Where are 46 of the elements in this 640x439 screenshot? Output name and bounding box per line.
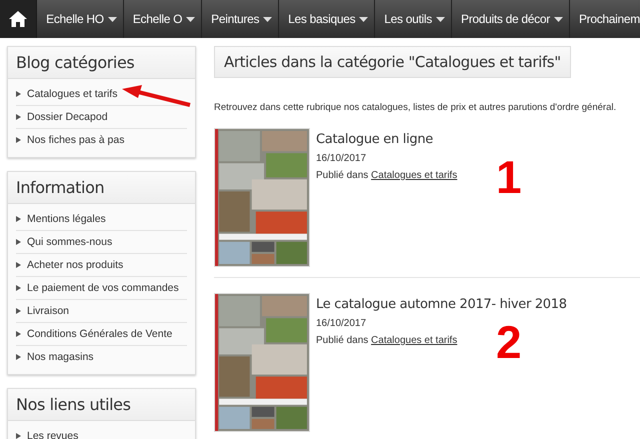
intro-text: Retrouvez dans cette rubrique nos catalogues, listes de prix et autres parutions d'ordre général. xyxy=(214,102,618,113)
sidebar-link[interactable]: Nos fiches pas à pas xyxy=(27,134,124,146)
sidebar-link[interactable]: Conditions Générales de Vente xyxy=(27,328,172,340)
sidebar-link[interactable]: Acheter nos produits xyxy=(27,259,124,271)
sidebar-link[interactable]: Mentions légales xyxy=(27,213,106,225)
panel-title: Information xyxy=(8,172,195,204)
sidebar-link[interactable]: Les revues xyxy=(27,430,78,439)
sidebar-link[interactable]: Nos magasins xyxy=(27,351,94,363)
article-date: 16/10/2017 xyxy=(316,318,368,329)
article-date: 16/10/2017 xyxy=(316,153,368,164)
sidebar-link[interactable]: Le paiement de vos commandes xyxy=(27,282,179,294)
nav-tab[interactable]: Produits de décor xyxy=(452,0,570,38)
nav-tab[interactable]: Les basiques xyxy=(279,0,376,38)
nav-tab[interactable]: Peintures xyxy=(202,0,280,38)
bullet-icon xyxy=(16,216,21,222)
bullet-icon xyxy=(16,137,21,143)
bullet-icon xyxy=(16,331,21,337)
category-link[interactable]: Catalogues et tarifs xyxy=(371,170,458,181)
category-link[interactable]: Catalogues et tarifs xyxy=(371,335,458,346)
nav-tab[interactable]: Echelle O xyxy=(124,0,202,38)
bullet-icon xyxy=(16,262,21,268)
bullet-icon xyxy=(16,354,21,360)
sidebar-link[interactable]: Livraison xyxy=(27,305,70,317)
bullet-icon xyxy=(16,91,21,97)
sidebar-link[interactable]: Dossier Decapod xyxy=(27,111,108,123)
nav-tab[interactable]: Prochainem xyxy=(570,0,640,38)
sidebar-link[interactable]: Qui sommes-nous xyxy=(27,236,112,248)
number-annotation: 2 xyxy=(496,319,522,365)
home-button[interactable] xyxy=(0,0,38,38)
article-title[interactable]: Le catalogue automne 2017- hiver 2018 xyxy=(316,297,567,312)
bullet-icon xyxy=(16,285,21,291)
panel-title: Nos liens utiles xyxy=(8,389,195,421)
panel-title: Blog catégories xyxy=(8,47,195,79)
bullet-icon xyxy=(16,308,21,314)
article-title[interactable]: Catalogue en ligne xyxy=(316,132,458,147)
sidebar-link[interactable]: Catalogues et tarifs xyxy=(27,88,118,100)
bullet-icon xyxy=(16,114,21,120)
published-label: Publié dans xyxy=(316,170,368,181)
nav-tab[interactable]: Les outils xyxy=(375,0,452,38)
published-label: Publié dans xyxy=(316,335,368,346)
category-heading: Articles dans la catégorie "Catalogues et tarifs" xyxy=(214,46,571,78)
nav-tab[interactable]: Echelle HO xyxy=(37,0,124,38)
home-icon xyxy=(8,10,28,28)
bullet-icon xyxy=(16,433,21,439)
bullet-icon xyxy=(16,239,21,245)
number-annotation: 1 xyxy=(496,154,522,200)
